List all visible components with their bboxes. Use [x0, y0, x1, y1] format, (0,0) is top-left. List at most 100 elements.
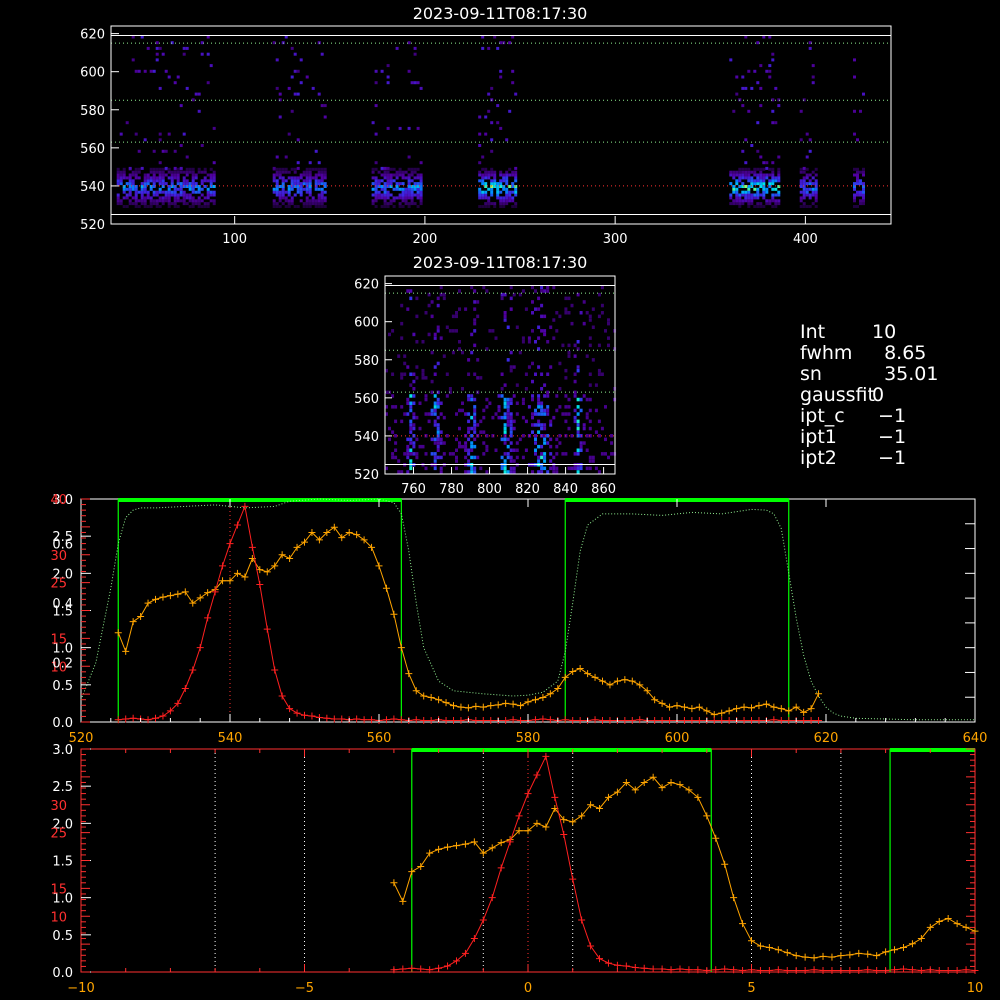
heatmap-cell	[753, 196, 757, 200]
heatmap-cell	[509, 459, 513, 463]
heatmap-cell	[503, 441, 507, 445]
heatmap-cell	[582, 394, 586, 398]
heatmap-cell	[464, 448, 468, 452]
heatmap-cell	[146, 190, 150, 194]
heatmap-cell	[305, 190, 309, 194]
heatmap-cell	[741, 149, 745, 153]
heatmap-cell	[170, 170, 174, 174]
heatmap-cell	[540, 329, 544, 333]
heatmap-cell	[290, 182, 294, 186]
heatmap-cell	[732, 199, 736, 203]
heatmap-cell	[433, 452, 437, 456]
heatmap-cell	[496, 190, 500, 194]
heatmap-cell	[588, 459, 592, 463]
heatmap-cell	[400, 321, 404, 326]
heatmap-cell	[436, 303, 440, 308]
heatmap-cell	[415, 340, 419, 344]
heatmap-cell	[386, 170, 390, 174]
heatmap-cell	[558, 361, 562, 366]
heatmap-cell	[182, 182, 186, 186]
heatmap-cell	[747, 199, 751, 203]
heatmap-cell	[424, 466, 428, 471]
heatmap-cell	[735, 190, 739, 194]
heatmap-cell	[380, 205, 384, 208]
heatmap-cell	[512, 470, 516, 474]
heatmap-cell	[430, 437, 434, 442]
heatmap-cell	[155, 46, 159, 50]
heatmap-cell	[439, 437, 443, 442]
heatmap-cell	[741, 190, 745, 194]
heatmap-cell	[506, 408, 510, 413]
heatmap-cell	[149, 196, 153, 200]
heatmap-cell	[296, 176, 300, 180]
heatmap-cell	[493, 170, 497, 174]
heatmap-cell	[546, 372, 550, 376]
heatmap-cell	[415, 415, 419, 420]
heatmap-cell	[814, 173, 818, 177]
heatmap-cell	[395, 182, 399, 186]
heatmap-cell	[579, 441, 583, 445]
heatmap-cell	[134, 132, 138, 136]
heatmap-cell	[511, 81, 515, 85]
heatmap-cell	[391, 430, 395, 434]
heatmap-cell	[188, 182, 192, 186]
heatmap-cell	[398, 170, 402, 174]
heatmap-cell	[179, 170, 183, 174]
heatmap-cell	[182, 202, 186, 206]
heatmap-cell	[275, 58, 279, 62]
heatmap-cell	[439, 401, 443, 405]
heatmap-cell	[567, 405, 571, 409]
heatmap-cell	[591, 459, 595, 463]
heatmap-cell	[805, 176, 809, 180]
heatmap-cell	[607, 321, 610, 326]
heatmap-cell	[537, 296, 541, 301]
heatmap-cell	[588, 336, 592, 340]
heatmap-cell	[482, 441, 486, 445]
heatmap-cell	[209, 176, 213, 180]
heatmap-cell	[862, 199, 865, 203]
heatmap-cell	[537, 412, 541, 416]
heatmap-cell	[323, 173, 327, 177]
heatmap-cell	[320, 179, 324, 183]
heatmap-cell	[805, 132, 809, 136]
heatmap-cell	[290, 179, 294, 183]
heatmap-cell	[604, 329, 607, 333]
y-tick-label: 540	[80, 180, 105, 195]
heatmap-cell	[442, 452, 446, 456]
heatmap-cell	[403, 354, 407, 358]
heatmap-cell	[756, 196, 760, 200]
heatmap-cell	[862, 196, 865, 200]
heatmap-cell	[182, 193, 186, 197]
heatmap-cell	[558, 314, 562, 319]
heatmap-cell	[143, 199, 147, 203]
heatmap-cell	[509, 401, 513, 405]
heatmap-cell	[610, 434, 614, 438]
heatmap-cell	[308, 179, 312, 183]
heatmap-cell	[401, 187, 405, 191]
heatmap-cell	[762, 205, 766, 208]
heatmap-cell	[600, 426, 604, 431]
heatmap-cell	[485, 405, 489, 409]
heatmap-cell	[509, 307, 513, 311]
heatmap-cell	[552, 318, 556, 322]
heatmap-cell	[305, 173, 309, 177]
heatmap-cell	[296, 92, 300, 96]
heatmap-cell	[167, 170, 171, 174]
heatmap-cell	[272, 205, 276, 208]
heatmap-cell	[735, 170, 739, 174]
heatmap-cell	[173, 149, 177, 153]
heatmap-cell	[485, 289, 489, 293]
heatmap-cell	[409, 423, 413, 427]
heatmap-cell	[320, 199, 324, 203]
heatmap-cell	[490, 179, 494, 183]
heatmap-cell	[152, 190, 156, 194]
heatmap-cell	[506, 423, 510, 427]
heatmap-cell	[380, 166, 384, 170]
heatmap-cell	[281, 167, 285, 171]
heatmap-cell	[576, 452, 580, 456]
heatmap-cell	[398, 202, 402, 206]
heatmap-cell	[455, 437, 458, 442]
heatmap-cell	[461, 401, 464, 405]
heatmap-cell	[137, 170, 141, 174]
heatmap-cell	[478, 170, 482, 174]
